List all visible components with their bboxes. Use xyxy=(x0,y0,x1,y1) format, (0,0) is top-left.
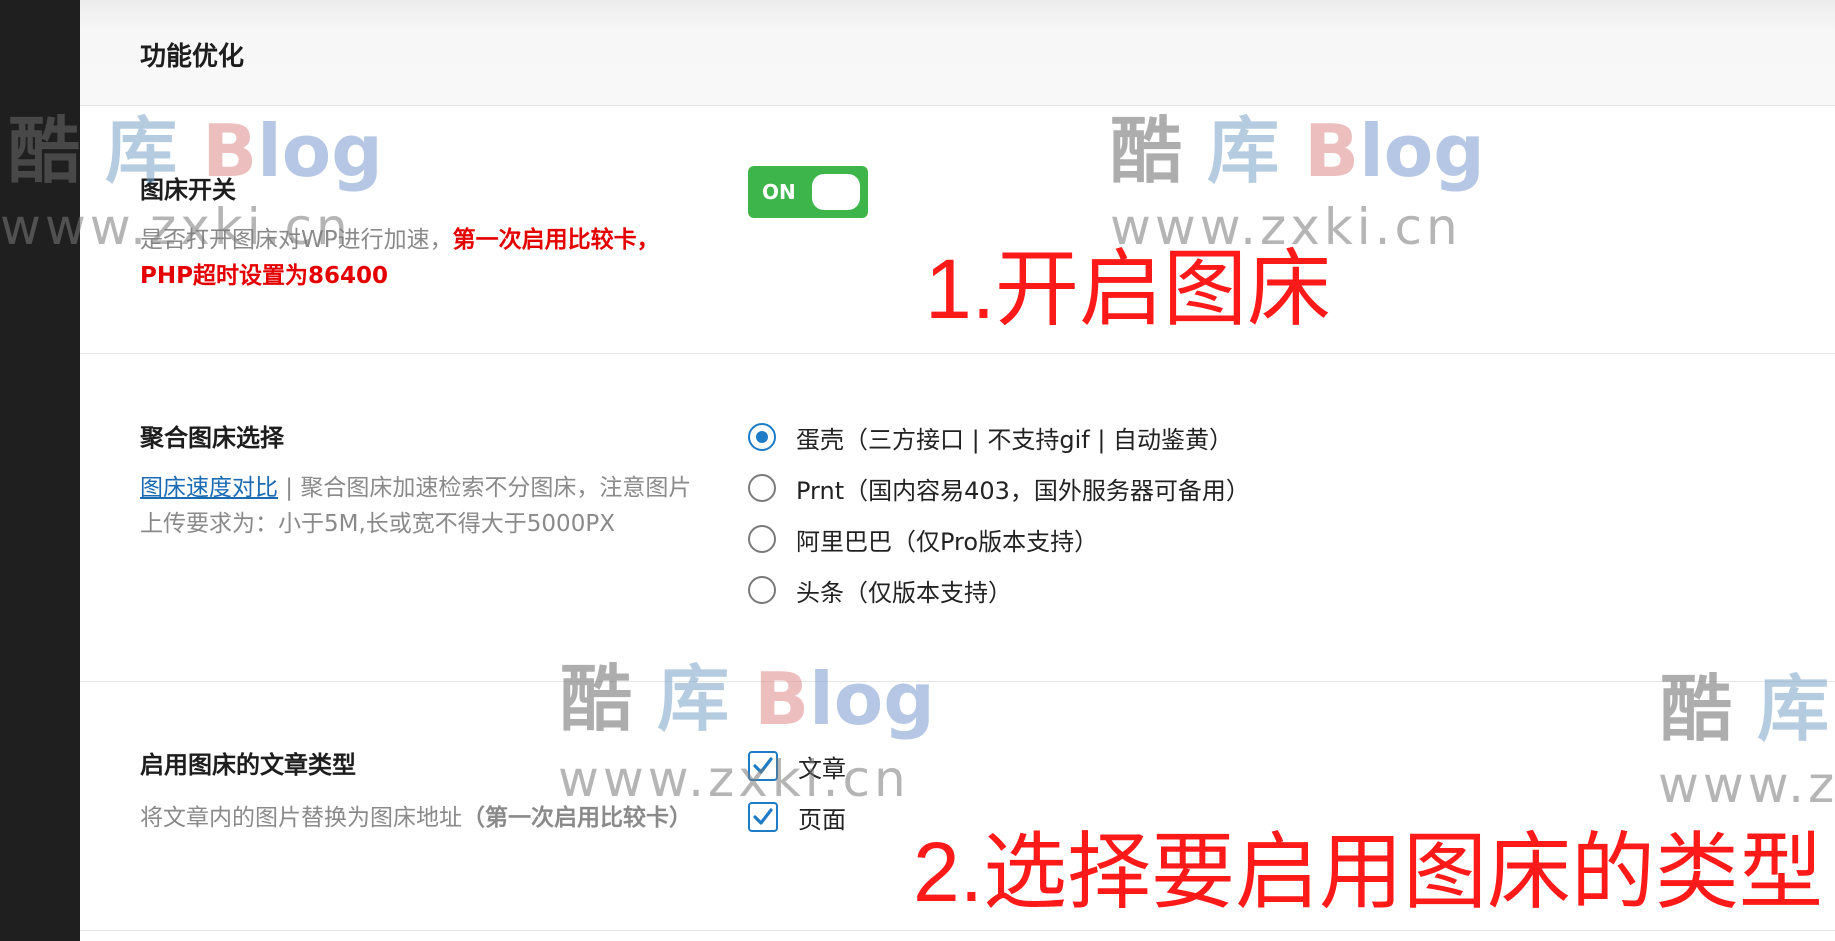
post-types-desc-note: （第一次启用比较卡） xyxy=(462,805,692,831)
radio-button[interactable] xyxy=(748,576,776,604)
settings-panel: 功能优化 图床开关 是否打开图床对WP进行加速，第一次启用比较卡，PHP超时设置… xyxy=(0,0,1835,941)
post-types-desc: 将文章内的图片替换为图床地址（第一次启用比较卡） xyxy=(140,800,700,836)
row-divider xyxy=(80,681,1835,682)
radio-label: 蛋壳（三方接口 | 不支持gif | 自动鉴黄） xyxy=(796,425,1234,454)
radio-label: Prnt（国内容易403，国外服务器可备用） xyxy=(796,476,1250,505)
radio-button[interactable] xyxy=(748,423,776,451)
image-host-switch-desc: 是否打开图床对WP进行加速，第一次启用比较卡，PHP超时设置为86400 xyxy=(140,222,710,294)
section-header: 功能优化 xyxy=(80,0,1835,106)
checkbox-label: 页面 xyxy=(798,805,846,834)
image-host-toggle[interactable]: ON xyxy=(748,166,868,218)
radio-option-toutiao[interactable]: 头条（仅版本支持） xyxy=(748,570,1012,610)
radio-label: 头条（仅版本支持） xyxy=(796,578,1012,607)
radio-button[interactable] xyxy=(748,525,776,553)
check-icon xyxy=(753,757,773,774)
row-divider xyxy=(80,353,1835,354)
check-icon xyxy=(753,808,773,825)
section-title: 功能优化 xyxy=(140,42,245,72)
post-types-desc-text: 将文章内的图片替换为图床地址 xyxy=(140,805,462,831)
annotation-step2: 2.选择要启用图床的类型 xyxy=(913,825,1824,919)
radio-option-alibaba[interactable]: 阿里巴巴（仅Pro版本支持） xyxy=(748,519,1098,559)
aggregate-host-desc: 图床速度对比 | 聚合图床加速检索不分图床，注意图片上传要求为：小于5M,长或宽… xyxy=(140,470,710,542)
toggle-knob xyxy=(812,174,860,210)
speed-compare-link[interactable]: 图床速度对比 xyxy=(140,475,278,501)
aggregate-host-title: 聚合图床选择 xyxy=(140,424,284,452)
image-host-switch-title: 图床开关 xyxy=(140,176,236,204)
radio-option-prnt[interactable]: Prnt（国内容易403，国外服务器可备用） xyxy=(748,468,1250,508)
radio-label: 阿里巴巴（仅Pro版本支持） xyxy=(796,527,1099,556)
radio-button[interactable] xyxy=(748,474,776,502)
checkbox[interactable] xyxy=(748,802,778,832)
checkbox-label: 文章 xyxy=(798,754,846,783)
checkbox-option-post[interactable]: 文章 xyxy=(748,746,846,786)
checkbox-option-page[interactable]: 页面 xyxy=(748,797,846,837)
row-divider xyxy=(80,930,1835,931)
watermark-logo: 酷 库 Blog xyxy=(560,657,935,741)
radio-option-danke[interactable]: 蛋壳（三方接口 | 不支持gif | 自动鉴黄） xyxy=(748,417,1233,457)
left-sidebar xyxy=(0,0,80,941)
watermark-logo-partial: 酷 库 xyxy=(1660,667,1830,751)
annotation-step1: 1.开启图床 xyxy=(925,242,1332,336)
post-types-title: 启用图床的文章类型 xyxy=(140,751,356,779)
watermark-logo: 酷 库 Blog xyxy=(1110,109,1485,193)
toggle-on-label: ON xyxy=(762,180,796,204)
checkbox[interactable] xyxy=(748,751,778,781)
desc-plain-text: 是否打开图床对WP进行加速， xyxy=(140,227,453,253)
